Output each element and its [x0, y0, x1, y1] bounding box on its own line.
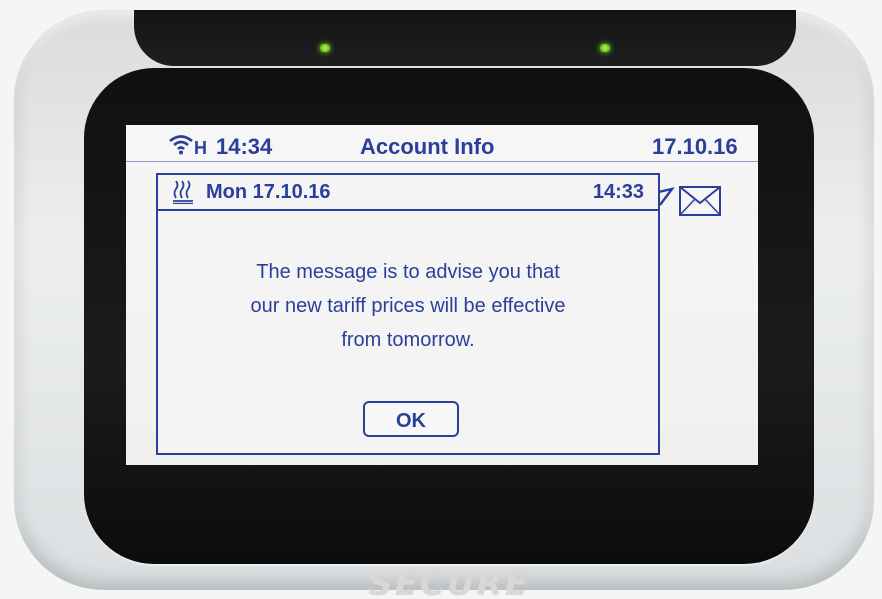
current-time: 14:34 [216, 134, 273, 159]
message-date: Mon 17.10.16 [206, 181, 331, 203]
brand-logo: SECURE [368, 564, 530, 599]
device-photo: SECURE H 14:34 Account Info 17.10.16 Mon… [0, 0, 882, 599]
top-strip [134, 10, 796, 66]
wifi-signal-icon [169, 135, 193, 155]
signal-indicator: H [194, 138, 207, 158]
screen-title: Account Info [360, 134, 495, 159]
lcd-screen: H 14:34 Account Info 17.10.16 Mon 17.10.… [126, 125, 758, 465]
message-body: The message is to advise you that our ne… [250, 261, 566, 351]
message-dialog: Mon 17.10.16 14:33 The message is to adv… [156, 173, 660, 455]
envelope-icon [679, 186, 721, 216]
ok-button[interactable]: OK [363, 401, 459, 437]
status-led-left [320, 44, 330, 52]
heating-icon [173, 180, 193, 204]
status-bar: H 14:34 Account Info 17.10.16 [126, 125, 758, 162]
current-date: 17.10.16 [652, 134, 738, 159]
message-time: 14:33 [592, 181, 644, 203]
status-led-right [600, 44, 610, 52]
message-header: Mon 17.10.16 14:33 [158, 175, 658, 211]
